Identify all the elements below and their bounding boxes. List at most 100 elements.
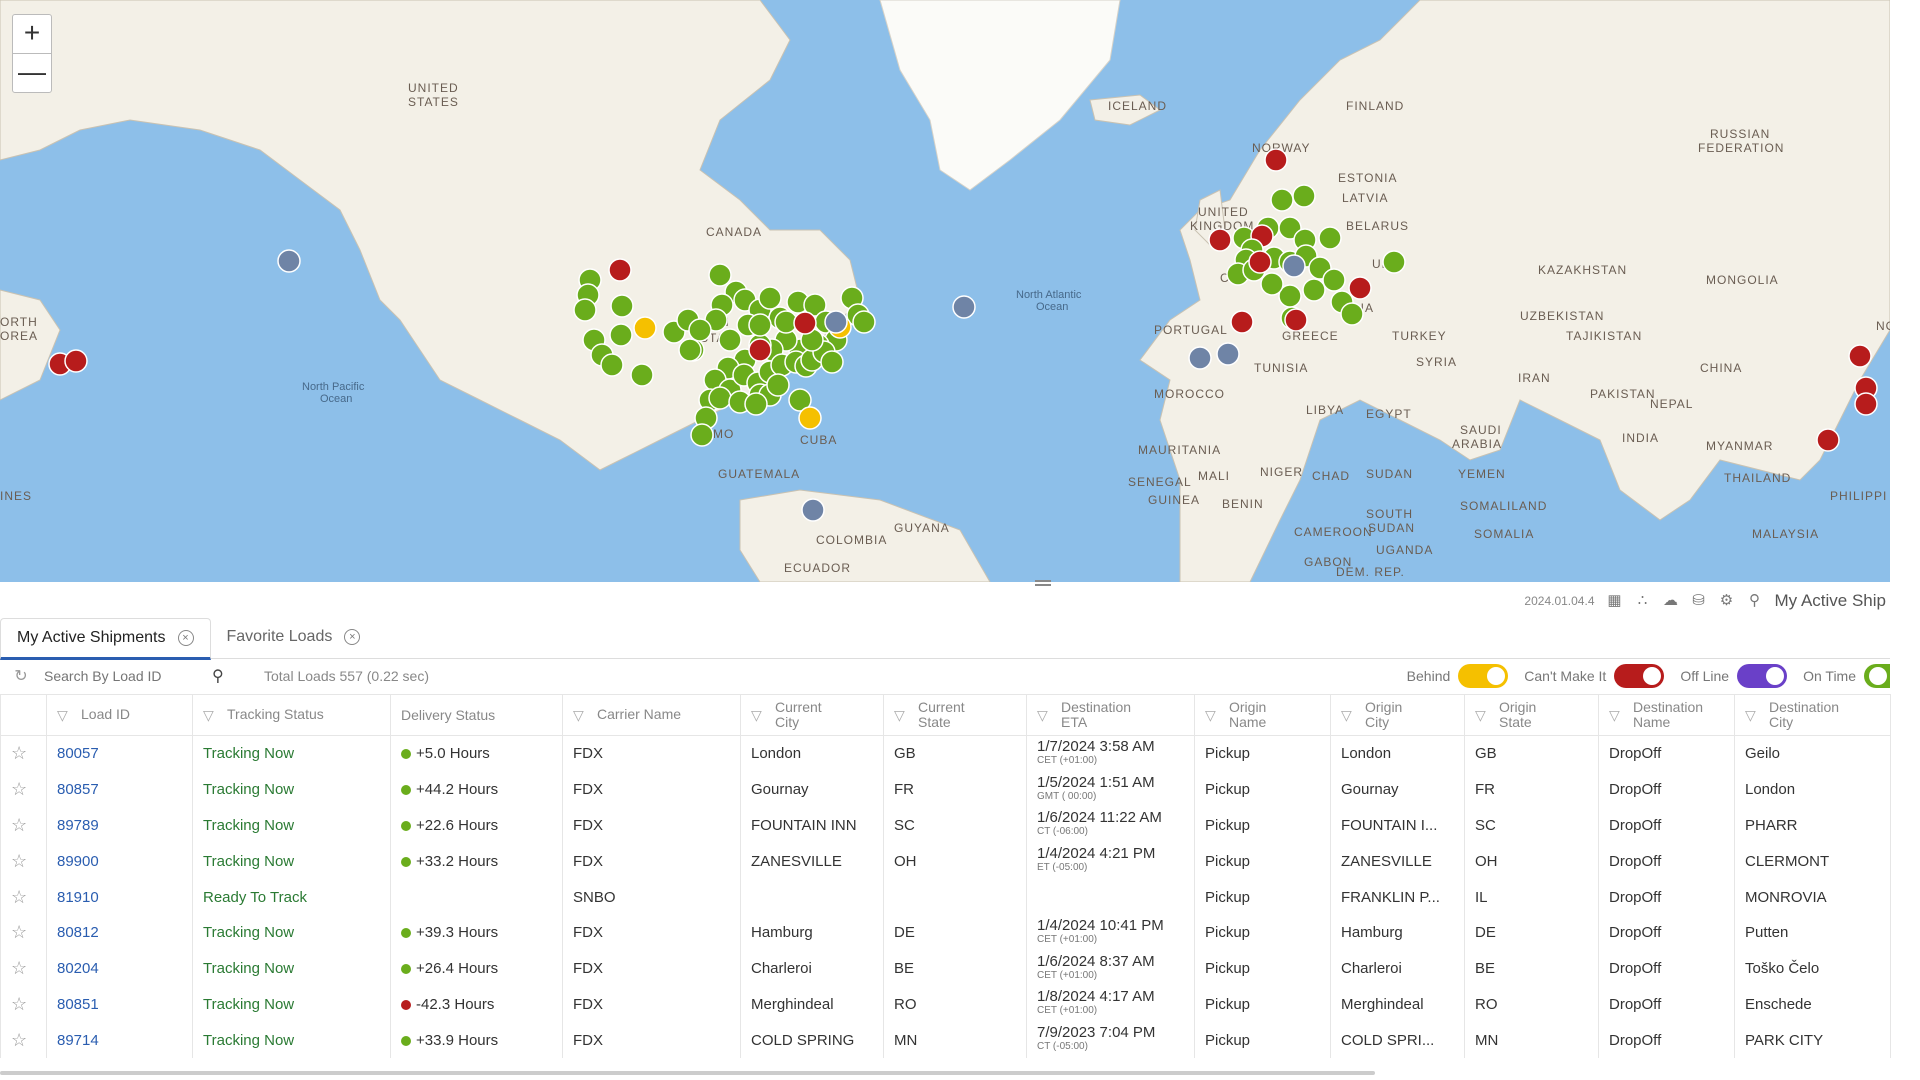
shipment-marker-on-time[interactable] (1302, 278, 1326, 302)
shipment-marker-on-time[interactable] (744, 392, 768, 416)
shipment-marker-cant-make-it[interactable] (1848, 344, 1872, 368)
cant-make-it-toggle[interactable] (1614, 664, 1665, 688)
star-icon[interactable]: ☆ (11, 887, 27, 907)
shipment-marker-on-time[interactable] (600, 353, 624, 377)
settings-icon[interactable]: ⚙ (1719, 593, 1735, 609)
shipment-marker-off-line[interactable] (277, 249, 301, 273)
off-line-toggle[interactable] (1737, 664, 1788, 688)
shipment-marker-on-time[interactable] (1260, 272, 1284, 296)
shipment-marker-behind[interactable] (798, 406, 822, 430)
shipment-marker-cant-make-it[interactable] (64, 349, 88, 373)
shipment-marker-on-time[interactable] (688, 318, 712, 342)
shipment-marker-cant-make-it[interactable] (608, 258, 632, 282)
on-time-toggle[interactable] (1864, 664, 1890, 688)
column-header-destination-name[interactable]: ▽ Destination Name (1598, 694, 1735, 736)
shipment-marker-on-time[interactable] (1382, 250, 1406, 274)
shipment-marker-on-time[interactable] (766, 373, 790, 397)
shipment-marker-off-line[interactable] (801, 498, 825, 522)
shipment-marker-on-time[interactable] (609, 323, 633, 347)
shipment-marker-cant-make-it[interactable] (1854, 392, 1878, 416)
behind-toggle[interactable] (1458, 664, 1509, 688)
table-row[interactable]: ☆ 89714 Tracking Now +33.9 Hours FDX COLD SPR… (0, 1022, 1891, 1059)
filter-icon[interactable]: ▽ (1037, 707, 1051, 723)
shipment-marker-cant-make-it[interactable] (1264, 148, 1288, 172)
column-header-origin-city[interactable]: ▽ Origin City (1330, 694, 1465, 736)
filter-icon[interactable]: ▽ (1341, 707, 1355, 723)
column-header-current-state[interactable]: ▽ Current State (883, 694, 1027, 736)
shipment-marker-on-time[interactable] (1318, 226, 1342, 250)
shipment-marker-on-time[interactable] (1340, 302, 1364, 326)
panel-splitter-handle[interactable] (1035, 580, 1051, 586)
column-header-carrier-name[interactable]: ▽ Carrier Name (562, 694, 741, 736)
star-icon[interactable]: ☆ (11, 922, 27, 942)
star-icon[interactable]: ☆ (11, 994, 27, 1014)
filter-icon[interactable]: ▽ (1205, 707, 1219, 723)
shipment-marker-off-line[interactable] (1188, 346, 1212, 370)
table-row[interactable]: ☆ 80812 Tracking Now +39.3 Hours FDX Hamburg D… (0, 914, 1891, 951)
table-row[interactable]: ☆ 80204 Tracking Now +26.4 Hours FDX Charlero… (0, 950, 1891, 987)
load-id-link[interactable]: 81910 (46, 879, 193, 915)
filter-icon[interactable]: ▽ (203, 707, 217, 723)
column-header-delivery-status[interactable]: Delivery Status (390, 694, 563, 736)
tab-my-active-shipments[interactable]: My Active Shipments × (0, 618, 211, 660)
shipment-marker-on-time[interactable] (1322, 268, 1346, 292)
shipment-marker-behind[interactable] (633, 316, 657, 340)
filter-icon[interactable]: ▽ (894, 707, 908, 723)
table-row[interactable]: ☆ 81910 Ready To Track SNBO Pickup FRANKLIN P… (0, 879, 1891, 915)
shipment-marker-off-line[interactable] (824, 310, 848, 334)
shipment-marker-on-time[interactable] (708, 386, 732, 410)
cluster-icon[interactable]: ∴ (1635, 593, 1651, 609)
filter-icon[interactable]: ▽ (57, 707, 71, 723)
column-header-current-city[interactable]: ▽ Current City (740, 694, 884, 736)
load-id-link[interactable]: 80204 (46, 950, 193, 987)
star-icon[interactable]: ☆ (11, 958, 27, 978)
column-header-destination-eta[interactable]: ▽ Destination ETA (1026, 694, 1195, 736)
shipment-marker-off-line[interactable] (1216, 342, 1240, 366)
traffic-icon[interactable]: ⛁ (1691, 593, 1707, 609)
map-icon[interactable]: ▦ (1607, 593, 1623, 609)
shipment-marker-cant-make-it[interactable] (1816, 428, 1840, 452)
shipment-marker-cant-make-it[interactable] (1248, 250, 1272, 274)
search-icon[interactable]: ⚲ (212, 666, 232, 686)
column-header-origin-name[interactable]: ▽ Origin Name (1194, 694, 1331, 736)
filter-icon[interactable]: ▽ (751, 707, 765, 723)
close-icon[interactable]: × (344, 629, 361, 645)
shipment-marker-on-time[interactable] (758, 286, 782, 310)
shipment-marker-on-time[interactable] (748, 313, 772, 337)
load-id-link[interactable]: 80057 (46, 735, 193, 772)
star-icon[interactable]: ☆ (11, 851, 27, 871)
shipment-marker-cant-make-it[interactable] (1230, 310, 1254, 334)
shipment-marker-on-time[interactable] (852, 310, 876, 334)
load-id-link[interactable]: 80812 (46, 914, 193, 951)
star-icon[interactable]: ☆ (11, 779, 27, 799)
table-row[interactable]: ☆ 80857 Tracking Now +44.2 Hours FDX Gournay F… (0, 771, 1891, 808)
shipment-marker-on-time[interactable] (1270, 188, 1294, 212)
shipment-marker-off-line[interactable] (1282, 254, 1306, 278)
load-id-link[interactable]: 89714 (46, 1022, 193, 1059)
shipment-marker-on-time[interactable] (718, 328, 742, 352)
shipment-marker-on-time[interactable] (1292, 184, 1316, 208)
table-row[interactable]: ☆ 89900 Tracking Now +33.2 Hours FDX ZANESVIL… (0, 843, 1891, 880)
star-icon[interactable]: ☆ (11, 1030, 27, 1050)
zoom-out-button[interactable]: — (12, 53, 52, 93)
star-icon[interactable]: ☆ (11, 743, 27, 763)
table-row[interactable]: ☆ 80851 Tracking Now -42.3 Hours FDX Merghind… (0, 986, 1891, 1023)
refresh-icon[interactable]: ↻ (6, 666, 36, 686)
shipment-marker-cant-make-it[interactable] (1348, 276, 1372, 300)
zoom-search-icon[interactable]: ⚲ (1747, 593, 1763, 609)
shipment-marker-cant-make-it[interactable] (748, 338, 772, 362)
shipment-marker-cant-make-it[interactable] (1208, 228, 1232, 252)
zoom-in-button[interactable]: + (12, 14, 52, 54)
shipment-marker-on-time[interactable] (573, 298, 597, 322)
load-id-link[interactable]: 80857 (46, 771, 193, 808)
tab-favorite-loads[interactable]: Favorite Loads × (211, 618, 377, 656)
column-header-tracking-status[interactable]: ▽ Tracking Status (192, 694, 391, 736)
shipment-marker-cant-make-it[interactable] (1284, 308, 1308, 332)
table-row[interactable]: ☆ 80057 Tracking Now +5.0 Hours FDX London GB 1… (0, 735, 1891, 772)
shipment-marker-on-time[interactable] (820, 350, 844, 374)
shipment-map[interactable]: UNITED STATES CANADA ICELAND FINLAND RUS… (0, 0, 1890, 582)
shipment-marker-on-time[interactable] (630, 363, 654, 387)
column-header-origin-state[interactable]: ▽ Origin State (1464, 694, 1599, 736)
filter-icon[interactable]: ▽ (1609, 707, 1623, 723)
column-header-load-id[interactable]: ▽ Load ID (46, 694, 193, 736)
